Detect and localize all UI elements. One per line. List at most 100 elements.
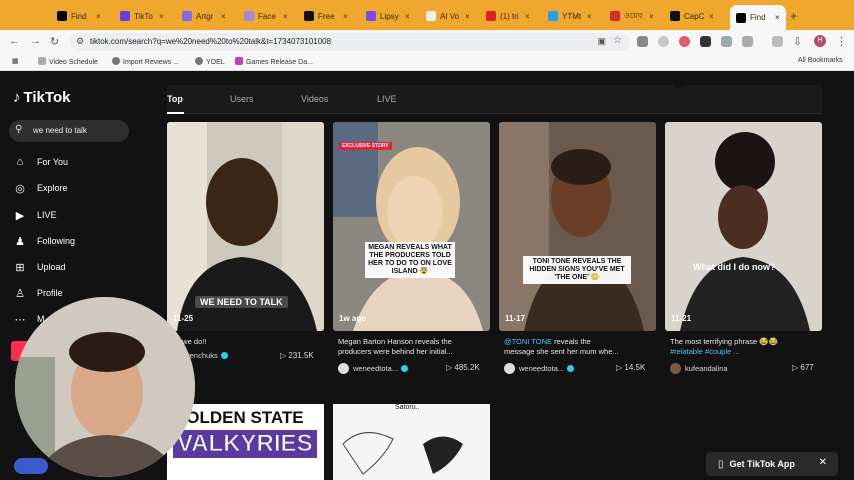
tab-title: (1) tri — [500, 11, 519, 21]
bookmarks-bar: ▦ Video Schedule Import Reviews ... YOEL… — [0, 54, 854, 71]
tab-close-icon[interactable]: × — [221, 12, 226, 21]
forward-icon[interactable]: → — [30, 35, 41, 47]
browser-tab[interactable]: Free × — [304, 8, 348, 24]
extension-icon[interactable] — [658, 36, 669, 47]
bookmark-item[interactable]: Import Reviews ... — [112, 57, 179, 66]
webcam-feed — [15, 297, 195, 477]
tab-close-icon[interactable]: × — [775, 13, 780, 22]
video-author[interactable]: weneedtota... — [338, 363, 409, 374]
download-icon[interactable]: ⇩ — [793, 35, 802, 48]
tiktok-logo[interactable]: ♪ TikTok — [13, 89, 70, 106]
tab-favicon-icon — [548, 11, 558, 21]
tab-close-icon[interactable]: × — [525, 12, 530, 21]
extensions-puzzle-icon[interactable] — [742, 36, 753, 47]
browser-tab[interactable]: (1) tri × — [486, 8, 530, 24]
nav-for-you[interactable]: ⌂ For You — [13, 154, 68, 170]
all-bookmarks[interactable]: All Bookmarks — [798, 57, 843, 64]
bookmark-item[interactable]: YOEL — [195, 57, 225, 66]
nav-explore[interactable]: ◎ Explore — [13, 180, 67, 196]
video-thumbnail — [665, 122, 822, 331]
tab-users[interactable]: Users — [230, 94, 254, 104]
tab-live[interactable]: LIVE — [377, 94, 397, 104]
tab-close-icon[interactable]: × — [343, 12, 348, 21]
menu-dots-icon[interactable]: ⋮ — [836, 35, 847, 48]
tab-title: Lipsy — [380, 11, 399, 21]
nav-profile[interactable]: ♙ Profile — [13, 285, 62, 301]
nav-following[interactable]: ♟ Following — [13, 233, 75, 249]
tab-close-icon[interactable]: × — [709, 12, 714, 21]
tab-close-icon[interactable]: × — [96, 12, 101, 21]
video-caption[interactable]: Megan Barton Hanson reveals the producers… — [338, 337, 488, 357]
browser-tab[interactable]: Lipsy × — [366, 8, 410, 24]
recording-indicator[interactable] — [14, 458, 48, 474]
tab-close-icon[interactable]: × — [283, 12, 288, 21]
browser-tab[interactable]: TikTo × — [120, 8, 164, 24]
new-tab-icon[interactable]: + — [790, 9, 797, 23]
search-value: we need to talk — [33, 126, 87, 135]
video-card[interactable]: What did I do now? 11-21 — [665, 122, 822, 331]
extension-icon[interactable] — [700, 36, 711, 47]
browser-tab[interactable]: AI Vo × — [426, 8, 470, 24]
tab-close-icon[interactable]: × — [159, 12, 164, 21]
tab-title: Find — [71, 11, 87, 21]
tab-favicon-icon — [57, 11, 67, 21]
tab-favicon-icon — [182, 11, 192, 21]
reload-icon[interactable]: ↻ — [50, 35, 59, 48]
cast-icon[interactable]: ▣ — [597, 36, 606, 47]
nav-upload[interactable]: ⊞ Upload — [13, 259, 65, 275]
video-card[interactable]: Satoru.. — [333, 404, 490, 480]
browser-tab[interactable]: CapC × — [670, 8, 714, 24]
tab-close-icon[interactable]: × — [405, 12, 410, 21]
profile-icon: ♙ — [15, 287, 25, 300]
tab-favicon-icon — [426, 11, 436, 21]
bookmark-item[interactable]: Games Release Da... — [235, 57, 313, 66]
apps-grid-icon[interactable]: ▦ — [12, 57, 19, 65]
search-input[interactable]: ⚲ we need to talk — [9, 120, 129, 142]
extension-icon[interactable] — [721, 36, 732, 47]
browser-tab-bar: Find × TikTo × Artgr × Face × Free × Lipsy × AI Vo ×(… — [0, 0, 854, 30]
compass-icon: ◎ — [15, 182, 25, 195]
browser-tab[interactable]: Find × — [730, 5, 786, 30]
browser-tab[interactable]: Face × — [244, 8, 288, 24]
get-app-button[interactable]: ▯ Get TikTok App ✕ — [706, 452, 838, 476]
profile-avatar[interactable]: H — [814, 35, 826, 47]
address-bar[interactable]: ⚙ tiktok.com/search?q=we%20need%20to%20t… — [70, 33, 630, 51]
bookmark-item[interactable]: Video Schedule — [38, 57, 98, 66]
tab-search-icon[interactable] — [772, 36, 783, 47]
video-caption[interactable]: @TONI TONE reveals the message she sent h… — [504, 337, 656, 357]
extension-icon[interactable] — [637, 36, 648, 47]
tab-close-icon[interactable]: × — [587, 12, 592, 21]
browser-tab[interactable]: Artgr × — [182, 8, 226, 24]
avatar — [670, 363, 681, 374]
browser-tab[interactable]: Find × — [57, 8, 101, 24]
video-caption[interactable]: o we do!! — [176, 337, 316, 347]
tab-favicon-icon — [670, 11, 680, 21]
tab-top[interactable]: Top — [167, 94, 183, 104]
tab-close-icon[interactable]: × — [465, 12, 470, 21]
tiktok-note-icon: ♪ — [13, 89, 21, 106]
tab-title: Find — [750, 13, 766, 22]
tab-favicon-icon — [244, 11, 254, 21]
video-date: 11-21 — [671, 314, 692, 323]
extension-icon[interactable] — [679, 36, 690, 47]
back-icon[interactable]: ← — [9, 35, 20, 47]
tab-title: Artgr — [196, 11, 214, 21]
video-card[interactable]: TONI TONE REVEALS THE HIDDEN SIGNS YOU'V… — [499, 122, 656, 331]
video-overlay-text: MEGAN REVEALS WHAT THE PRODUCERS TOLD HE… — [365, 242, 455, 278]
browser-tab[interactable]: YTMt × — [548, 8, 592, 24]
video-card[interactable]: WE NEED TO TALK 11-25 — [167, 122, 324, 331]
video-card[interactable]: GOLDEN STATE VALKYRIES — [167, 404, 324, 480]
close-icon[interactable]: ✕ — [819, 457, 827, 468]
video-author[interactable]: weneedtota... — [504, 363, 575, 374]
tab-favicon-icon — [736, 12, 746, 23]
video-author[interactable]: kufeandalina — [670, 363, 728, 374]
globe-icon — [195, 57, 203, 65]
video-caption[interactable]: The most terrifying phrase 😂😂 #relatable … — [670, 337, 820, 357]
tab-close-icon[interactable]: × — [649, 12, 654, 21]
site-settings-icon[interactable]: ⚙ — [76, 36, 84, 47]
browser-tab[interactable]: ওয়েব × — [610, 8, 654, 24]
bookmark-star-icon[interactable]: ☆ — [613, 35, 622, 46]
tab-videos[interactable]: Videos — [301, 94, 328, 104]
nav-live[interactable]: ▶ LIVE — [13, 207, 57, 223]
video-card[interactable]: EXCLUSIVE STORY MEGAN REVEALS WHAT THE P… — [333, 122, 490, 331]
